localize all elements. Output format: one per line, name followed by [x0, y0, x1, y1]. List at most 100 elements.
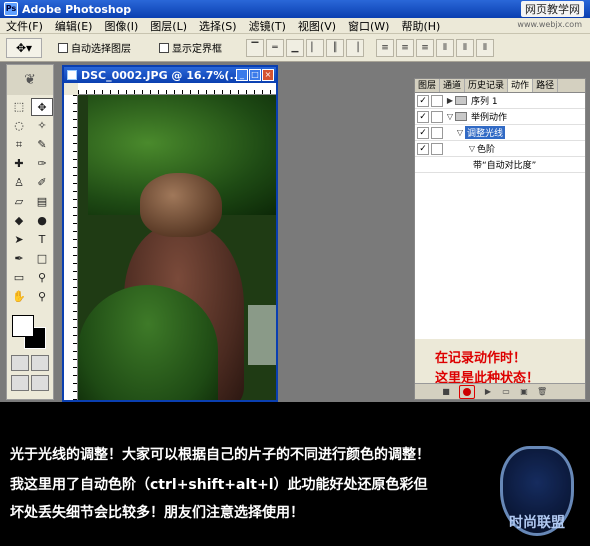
action-label: 举例动作: [471, 113, 508, 123]
expand-icon[interactable]: ▶: [445, 96, 455, 105]
note-line-1: 在记录动作时！: [435, 351, 527, 366]
action-toggle-checkbox[interactable]: ✓: [417, 110, 429, 123]
collapse-icon[interactable]: ▽: [467, 144, 477, 153]
eraser-tool-icon[interactable]: ▱: [8, 193, 30, 211]
align-left-icon[interactable]: ▏: [306, 38, 324, 57]
action-row[interactable]: 带“自动对比度”: [415, 157, 585, 173]
panel-tabs: 图层 通道 历史记录 动作 路径: [415, 79, 585, 93]
menu-image[interactable]: 图像(I): [98, 18, 144, 34]
play-icon[interactable]: ▶: [483, 387, 493, 397]
align-hcenter-icon[interactable]: ║: [326, 38, 344, 57]
action-row[interactable]: ✓ ▶ 序列 1: [415, 93, 585, 109]
action-toggle-checkbox[interactable]: ✓: [417, 94, 429, 107]
distribute-hcenter-icon[interactable]: ⦀: [456, 38, 474, 57]
full-screen-menu-button[interactable]: [31, 375, 49, 391]
trash-icon[interactable]: 🗑: [537, 387, 547, 397]
marquee-tool-icon[interactable]: ⬚: [8, 98, 30, 116]
move-tool-icon: ✥▾: [15, 40, 33, 55]
dialog-toggle-checkbox[interactable]: [431, 94, 443, 107]
document-window: DSC_0002.JPG @ 16.7%(... _ □ ×: [62, 65, 278, 402]
path-select-icon[interactable]: ➤: [8, 231, 30, 249]
tab-actions[interactable]: 动作: [508, 79, 534, 92]
dialog-toggle-checkbox[interactable]: [431, 110, 443, 123]
tab-layers[interactable]: 图层: [415, 79, 441, 92]
zoom-tool-icon[interactable]: ⚲: [31, 288, 53, 306]
lasso-tool-icon[interactable]: ◌: [8, 117, 30, 135]
dialog-toggle-checkbox[interactable]: [431, 126, 443, 139]
quickmask-mode-button[interactable]: [31, 355, 49, 371]
tool-preset-picker[interactable]: ✥▾: [6, 37, 42, 58]
watermark-url: www.webjx.com: [517, 20, 582, 29]
align-bottom-icon[interactable]: ▁: [286, 38, 304, 57]
menu-file[interactable]: 文件(F): [0, 18, 49, 34]
checkbox-box[interactable]: [58, 42, 68, 53]
dialog-toggle-checkbox[interactable]: [431, 142, 443, 155]
tab-channels[interactable]: 通道: [440, 79, 466, 92]
action-row[interactable]: ✓ ▽ 举例动作: [415, 109, 585, 125]
menu-window[interactable]: 窗口(W): [342, 18, 395, 34]
magic-wand-tool-icon[interactable]: ✧: [31, 117, 53, 135]
close-icon[interactable]: ×: [262, 69, 274, 81]
show-bounds-checkbox[interactable]: 显示定界框: [159, 40, 222, 55]
move-tool-icon[interactable]: ✥: [31, 98, 53, 116]
distribute-right-icon[interactable]: ⦀: [476, 38, 494, 57]
gradient-tool-icon[interactable]: ▤: [31, 193, 53, 211]
align-right-icon[interactable]: ▕: [346, 38, 364, 57]
align-top-icon[interactable]: ▔: [246, 38, 264, 57]
auto-select-layer-checkbox[interactable]: 自动选择图层: [58, 40, 131, 55]
menu-bar: 文件(F) 编辑(E) 图像(I) 图层(L) 选择(S) 滤镜(T) 视图(V…: [0, 18, 590, 34]
distribute-vcenter-icon[interactable]: ≡: [396, 38, 414, 57]
record-icon: [463, 387, 471, 396]
minimize-icon[interactable]: _: [236, 69, 248, 81]
shape-tool-icon[interactable]: □: [31, 250, 53, 268]
standard-screen-button[interactable]: [11, 375, 29, 391]
align-buttons: ▔ ═ ▁ ▏ ║ ▕ ≡ ≡ ≡ ⦀ ⦀ ⦀: [246, 38, 494, 57]
blur-tool-icon[interactable]: ◆: [8, 212, 30, 230]
history-brush-icon[interactable]: ✐: [31, 174, 53, 192]
action-label: 序列 1: [471, 97, 498, 107]
crop-tool-icon[interactable]: ⌗: [8, 136, 30, 154]
maximize-icon[interactable]: □: [249, 69, 261, 81]
distribute-top-icon[interactable]: ≡: [376, 38, 394, 57]
brush-tool-icon[interactable]: ✑: [31, 155, 53, 173]
new-action-icon[interactable]: ▣: [519, 387, 529, 397]
stop-icon[interactable]: ■: [441, 387, 451, 397]
menu-filter[interactable]: 滤镜(T): [243, 18, 292, 34]
eyedropper-icon[interactable]: ⚲: [31, 269, 53, 287]
healing-brush-icon[interactable]: ✚: [8, 155, 30, 173]
checkbox-box[interactable]: [159, 42, 169, 53]
type-tool-icon[interactable]: T: [31, 231, 53, 249]
dodge-tool-icon[interactable]: ●: [31, 212, 53, 230]
menu-select[interactable]: 选择(S): [193, 18, 243, 34]
action-row[interactable]: ✓ ▽ 色阶: [415, 141, 585, 157]
hand-tool-icon[interactable]: ✋: [8, 288, 30, 306]
pen-tool-icon[interactable]: ✒: [8, 250, 30, 268]
tab-paths[interactable]: 路径: [533, 79, 559, 92]
options-bar: ✥▾ 自动选择图层 显示定界框 ▔ ═ ▁ ▏ ║ ▕ ≡ ≡ ≡ ⦀ ⦀ ⦀: [0, 34, 590, 62]
menu-view[interactable]: 视图(V): [292, 18, 342, 34]
photo-canvas[interactable]: [78, 95, 276, 400]
collapse-icon[interactable]: ▽: [445, 112, 455, 121]
color-swatches: [7, 313, 53, 353]
record-button[interactable]: [459, 384, 475, 399]
standard-mode-button[interactable]: [11, 355, 29, 371]
action-row-selected[interactable]: ✓ ▽ 调整光线: [415, 125, 585, 141]
action-toggle-checkbox[interactable]: ✓: [417, 142, 429, 155]
caption-line-3: 坏处丢失细节会比较多！朋友们注意选择使用！: [10, 505, 304, 521]
action-toggle-checkbox[interactable]: ✓: [417, 126, 429, 139]
slice-tool-icon[interactable]: ✎: [31, 136, 53, 154]
foreground-color-swatch[interactable]: [12, 315, 34, 337]
distribute-left-icon[interactable]: ⦀: [436, 38, 454, 57]
notes-tool-icon[interactable]: ▭: [8, 269, 30, 287]
clone-stamp-icon[interactable]: ♙: [8, 174, 30, 192]
menu-layer[interactable]: 图层(L): [144, 18, 193, 34]
tab-history[interactable]: 历史记录: [465, 79, 509, 92]
distribute-bottom-icon[interactable]: ≡: [416, 38, 434, 57]
align-vcenter-icon[interactable]: ═: [266, 38, 284, 57]
collapse-icon[interactable]: ▽: [455, 128, 465, 137]
menu-edit[interactable]: 编辑(E): [49, 18, 99, 34]
action-label: 带“自动对比度”: [473, 161, 537, 171]
menu-help[interactable]: 帮助(H): [395, 18, 446, 34]
actions-panel: 图层 通道 历史记录 动作 路径 ✓ ▶ 序列 1 ✓ ▽ 举例动作 ✓ ▽ 调…: [414, 78, 586, 400]
new-set-icon[interactable]: ▭: [501, 387, 511, 397]
